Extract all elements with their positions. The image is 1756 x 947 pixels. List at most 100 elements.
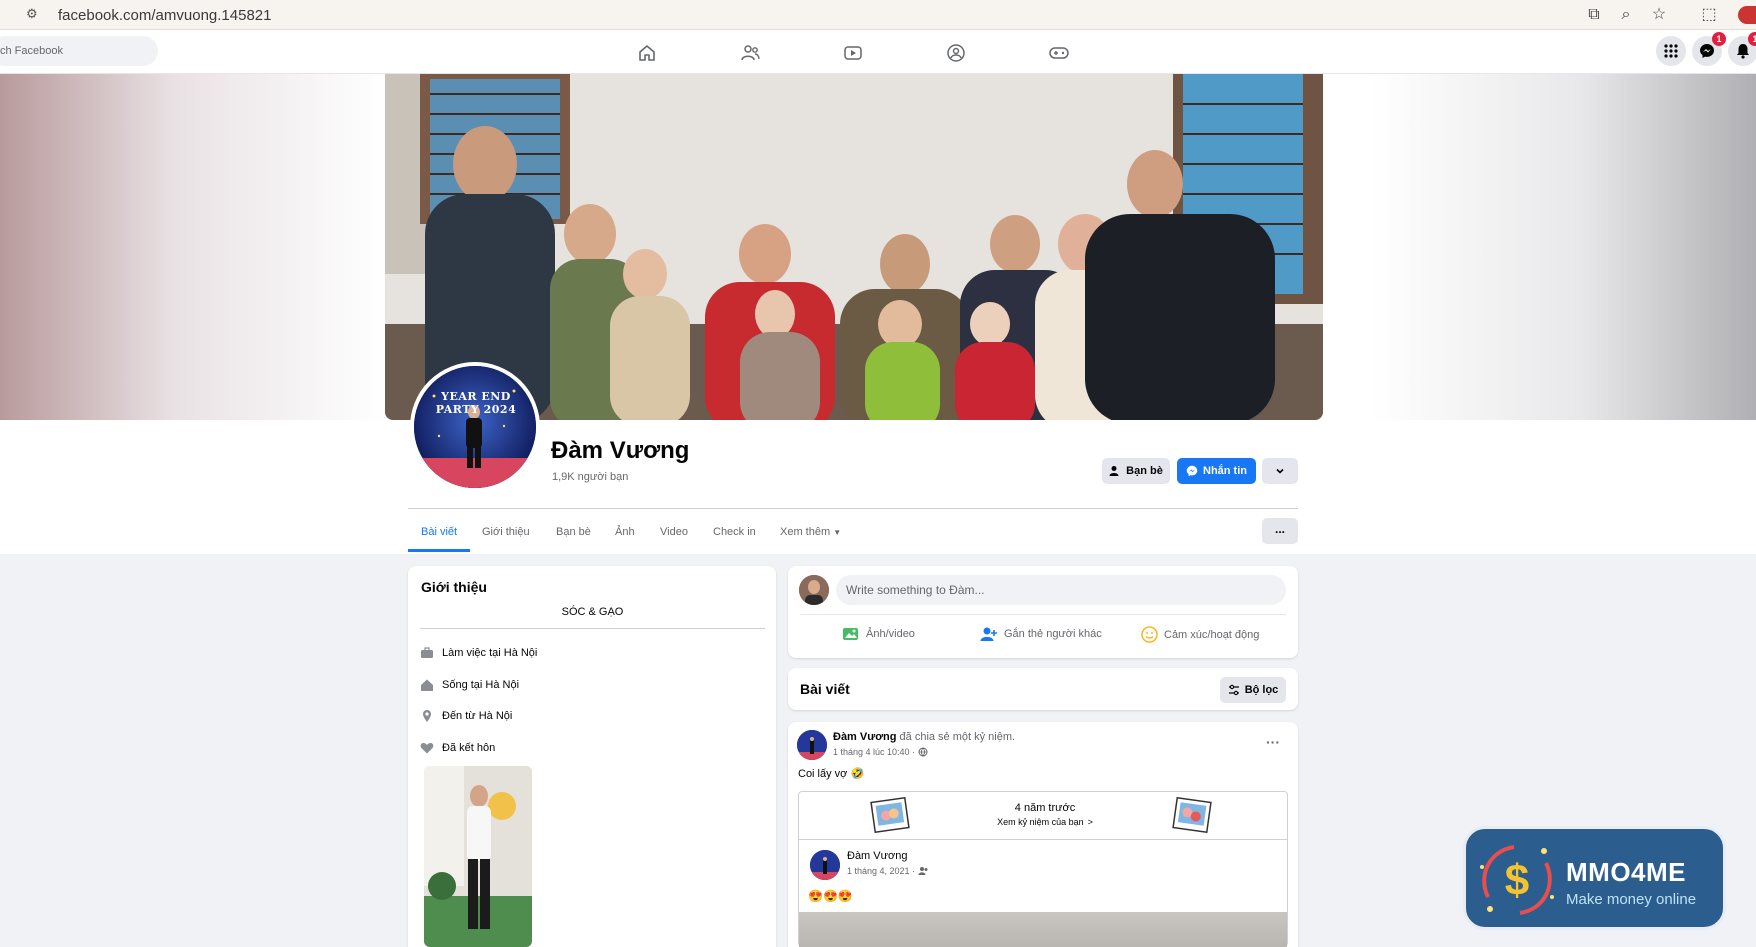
- filter-button[interactable]: Bộ lọc: [1220, 677, 1286, 703]
- cover-photo[interactable]: [385, 74, 1323, 420]
- memory-meta: 1 tháng 4, 2021 ·: [847, 866, 929, 876]
- tab-friends[interactable]: Bạn bè: [556, 526, 591, 538]
- notifications-button[interactable]: 1: [1728, 32, 1756, 66]
- memory-sticker-image: [870, 796, 910, 834]
- memory-sticker-left: [870, 796, 910, 834]
- globe-icon: [918, 747, 928, 757]
- friends-button-label: Bạn bè: [1126, 465, 1163, 477]
- profile-icon[interactable]: [1738, 6, 1756, 24]
- post-author-name[interactable]: Đàm Vương: [833, 731, 896, 743]
- post-text: Coi lấy vợ 🤣: [798, 768, 865, 780]
- watermark-tagline: Make money online: [1566, 891, 1697, 908]
- messenger-icon: [1700, 44, 1714, 58]
- tag-people-action[interactable]: Gắn thẻ người khác: [980, 626, 1102, 642]
- caret-down-icon: ▼: [833, 528, 842, 537]
- tab-videos[interactable]: Video: [660, 526, 688, 538]
- memory-photo[interactable]: [799, 912, 1287, 947]
- friends-count[interactable]: 1,9K người bạn: [552, 471, 628, 483]
- more-options-button[interactable]: ...: [1262, 518, 1298, 544]
- menu-grid-icon: [1664, 44, 1678, 58]
- intro-item-text: Sống tại Hà Nội: [442, 679, 520, 691]
- post-header-line: Đàm Vương đã chia sẻ một kỷ niệm.: [833, 731, 1015, 743]
- post-options-button[interactable]: ···: [1260, 735, 1286, 755]
- notifications-icon: [1737, 44, 1749, 59]
- location-pin-icon: [423, 710, 431, 722]
- tab-more[interactable]: Xem thêm ▼: [780, 526, 841, 538]
- current-user-avatar-image: [799, 575, 829, 605]
- tab-photos[interactable]: Ảnh: [615, 526, 635, 538]
- intro-item-text: Đã kết hôn: [442, 742, 496, 754]
- current-user-avatar[interactable]: [799, 575, 829, 605]
- tab-more-label: Xem thêm: [780, 526, 831, 538]
- svg-text:$: $: [1505, 856, 1529, 905]
- message-button-label: Nhắn tin: [1203, 465, 1247, 477]
- house-icon: [421, 679, 433, 691]
- photo-video-label: Ảnh/video: [866, 628, 915, 640]
- tab-posts[interactable]: Bài viết: [421, 526, 457, 538]
- composer-input[interactable]: Write something to Đàm...: [836, 575, 1286, 605]
- browser-url-bar[interactable]: ⚙ facebook.com/amvuong.145821 ⧉ ⌕ ☆ ⬚: [0, 0, 1756, 30]
- memory-author-avatar[interactable]: [810, 850, 840, 880]
- tab-check-ins[interactable]: Check in: [713, 526, 756, 538]
- watermark-logo: $ MMO4ME Make money online: [1463, 826, 1726, 930]
- extensions-icon[interactable]: ⬚: [1698, 4, 1720, 26]
- message-button[interactable]: Nhắn tin: [1177, 458, 1256, 484]
- filter-button-label: Bộ lọc: [1244, 684, 1279, 696]
- intro-divider: [420, 628, 765, 629]
- zoom-icon[interactable]: ⌕: [1615, 4, 1637, 26]
- feeling-icon: [1141, 626, 1158, 643]
- menu-button[interactable]: [1656, 36, 1686, 66]
- avatar-image: [414, 366, 536, 488]
- friends-tab[interactable]: [730, 37, 770, 69]
- memory-title: 4 năm trước: [1014, 802, 1076, 814]
- featured-photo-image: [424, 766, 532, 947]
- memory-divider: [799, 839, 1287, 840]
- memory-sticker-image: [1172, 796, 1212, 834]
- intro-item-text: Đến từ Hà Nội: [442, 710, 513, 722]
- home-tab[interactable]: [627, 37, 667, 69]
- profile-tabs-divider: [408, 508, 1298, 509]
- filter-sliders-icon: [1228, 684, 1239, 696]
- post-timestamp[interactable]: 1 tháng 4 lúc 10:40 ·: [833, 747, 915, 757]
- post-author-avatar-image: [797, 730, 827, 760]
- gaming-tab[interactable]: [1039, 37, 1079, 69]
- profile-name: Đàm Vương: [551, 437, 690, 464]
- feeling-action[interactable]: Cảm xúc/hoạt động: [1141, 626, 1259, 643]
- photo-video-icon: [843, 628, 858, 640]
- tab-about[interactable]: Giới thiệu: [482, 526, 530, 538]
- search-input[interactable]: ch Facebook: [0, 36, 158, 66]
- composer-divider: [800, 614, 1286, 615]
- intro-item-from: Đến từ Hà Nội: [420, 709, 512, 723]
- site-settings-icon[interactable]: ⚙: [26, 6, 42, 22]
- memory-link[interactable]: Xem kỷ niệm của bạn >: [940, 817, 1150, 827]
- messenger-badge: 1: [1712, 32, 1726, 46]
- friends-button[interactable]: Bạn bè: [1102, 458, 1170, 484]
- friend-check-icon: [1109, 466, 1119, 476]
- post-meta: 1 tháng 4 lúc 10:40 ·: [833, 747, 928, 757]
- groups-icon: [947, 44, 965, 62]
- active-tab-indicator: [408, 549, 470, 552]
- dollar-coin-icon: $: [1480, 845, 1554, 915]
- heart-icon: [420, 743, 434, 754]
- watch-tab[interactable]: [833, 37, 873, 69]
- tag-people-label: Gắn thẻ người khác: [1004, 628, 1102, 640]
- memory-sticker-right: [1172, 796, 1212, 834]
- feeling-label: Cảm xúc/hoạt động: [1164, 628, 1260, 641]
- profile-options-button[interactable]: [1262, 458, 1298, 484]
- friends-audience-icon: [918, 867, 928, 875]
- install-icon[interactable]: ⧉: [1583, 4, 1605, 26]
- photo-video-action[interactable]: Ảnh/video: [842, 626, 915, 642]
- messenger-button[interactable]: 1: [1692, 32, 1726, 66]
- friends-icon: [741, 45, 760, 61]
- memory-author-name[interactable]: Đàm Vương: [847, 850, 907, 862]
- groups-tab[interactable]: [936, 37, 976, 69]
- briefcase-icon: [421, 647, 433, 658]
- featured-photo[interactable]: [424, 766, 532, 947]
- memory-timestamp[interactable]: 1 tháng 4, 2021 ·: [847, 866, 915, 876]
- profile-avatar[interactable]: YEAR END PARTY 2024: [410, 362, 540, 492]
- facebook-header: ch Facebook 1 1: [0, 30, 1756, 74]
- address-text[interactable]: facebook.com/amvuong.145821: [58, 7, 271, 24]
- post-author-avatar[interactable]: [797, 730, 827, 760]
- star-icon[interactable]: ☆: [1648, 4, 1670, 26]
- notifications-badge: 1: [1748, 32, 1756, 46]
